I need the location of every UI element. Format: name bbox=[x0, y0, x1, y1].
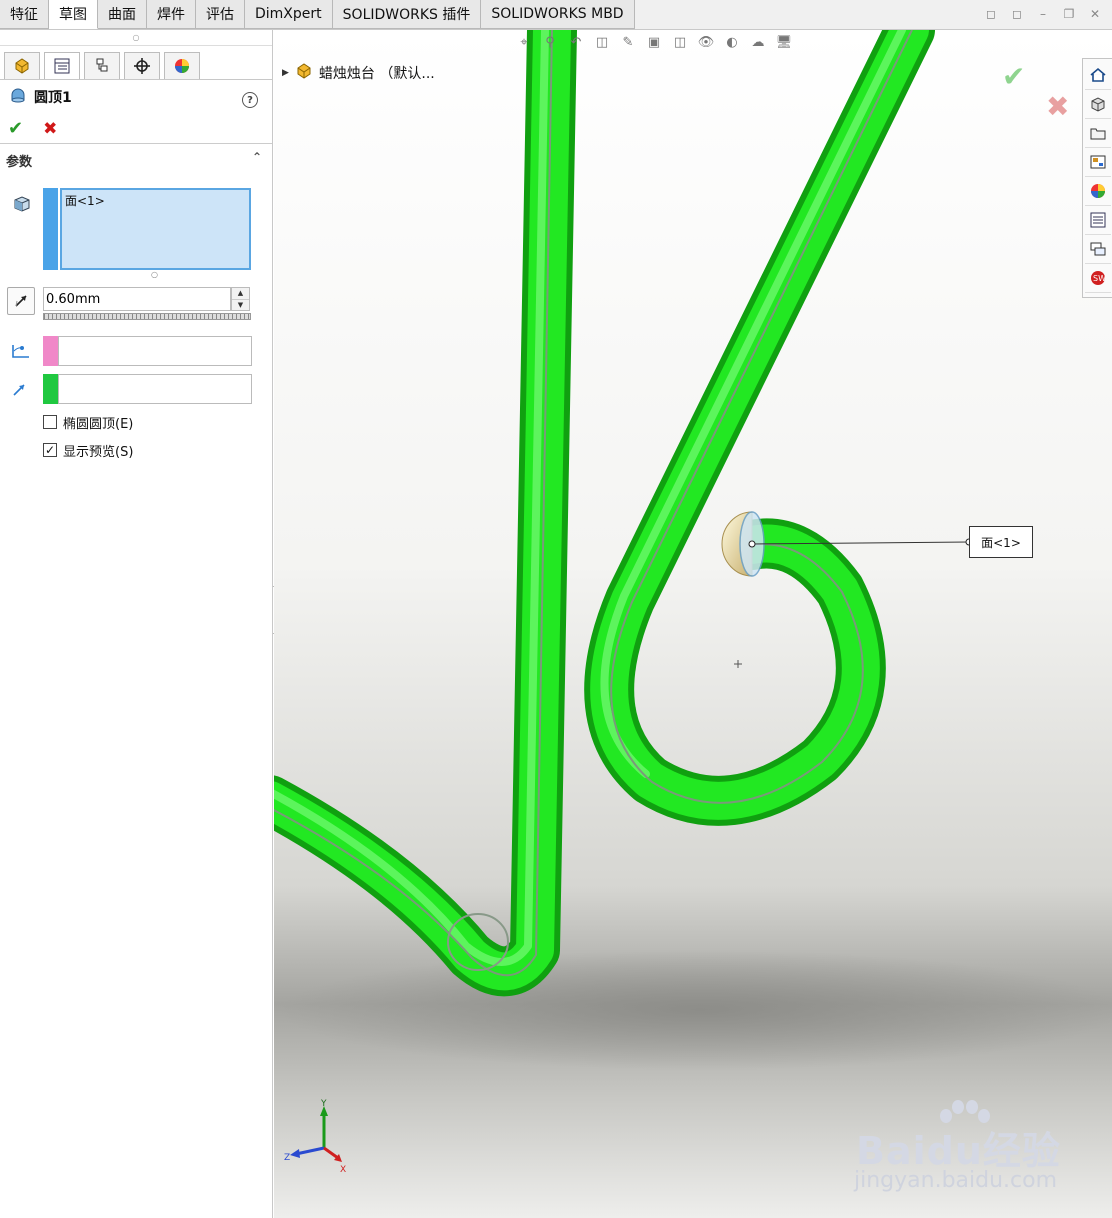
model-scene bbox=[274, 30, 1112, 1218]
direction-box[interactable] bbox=[58, 374, 252, 404]
elliptical-dome-label: 椭圆圆顶(E) bbox=[63, 416, 134, 432]
tab-surfaces[interactable]: 曲面 bbox=[98, 0, 147, 29]
display-style-icon[interactable]: ◫ bbox=[670, 32, 690, 52]
tab-dimxpert[interactable]: DimXpert bbox=[245, 0, 333, 29]
cancel-x-icon[interactable]: ✖ bbox=[43, 119, 57, 139]
tab-solidworks-addins[interactable]: SOLIDWORKS 插件 bbox=[332, 0, 482, 29]
tab-weldments[interactable]: 焊件 bbox=[147, 0, 196, 29]
restore-icon[interactable]: ❐ bbox=[1060, 6, 1078, 22]
reference-triad: Y Z X bbox=[282, 1098, 352, 1182]
parameters-section-header[interactable]: 参数 ⌃ bbox=[0, 146, 272, 174]
view-orientation-icon[interactable]: ▣ bbox=[644, 32, 664, 52]
graphics-area[interactable]: ⌖ ⚲ ↶ ◫ ✎ ▣ ◫ 👁 ◐ ☁ 🖥 ▶ 蜡烛烛台 （默认... ✔ ✖ … bbox=[274, 30, 1112, 1218]
tree-expand-arrow-icon[interactable]: ▶ bbox=[282, 68, 289, 78]
distance-row: ▲ ▼ bbox=[0, 287, 273, 323]
solidworks-icon[interactable]: SW bbox=[1084, 264, 1111, 293]
zoom-to-area-icon[interactable]: ⚲ bbox=[540, 32, 560, 52]
zoom-to-fit-icon[interactable]: ⌖ bbox=[514, 32, 534, 52]
display-manager-tab-icon[interactable] bbox=[164, 52, 200, 79]
tab-solidworks-mbd[interactable]: SOLIDWORKS MBD bbox=[481, 0, 635, 29]
elliptical-dome-option[interactable]: 椭圆圆顶(E) bbox=[43, 412, 133, 432]
forum-icon[interactable] bbox=[1084, 235, 1111, 264]
ok-cancel-bar: ✔ ✖ bbox=[0, 114, 272, 144]
face-selection-item[interactable]: 面<1> bbox=[65, 194, 105, 208]
tile-right-icon[interactable]: ◻ bbox=[1008, 6, 1026, 22]
dome-feature-icon bbox=[10, 86, 26, 108]
heads-up-view-toolbar: ⌖ ⚲ ↶ ◫ ✎ ▣ ◫ 👁 ◐ ☁ 🖥 bbox=[514, 32, 794, 52]
close-icon[interactable]: ✕ bbox=[1086, 6, 1104, 22]
distance-spinner[interactable]: ▲ ▼ bbox=[231, 287, 250, 311]
apply-scene-icon[interactable]: ☁ bbox=[748, 32, 768, 52]
face-selection-color-bar bbox=[43, 188, 58, 270]
face-callout[interactable]: 面<1> bbox=[969, 526, 1033, 558]
minimize-icon[interactable]: – bbox=[1034, 6, 1052, 22]
previous-view-icon[interactable]: ↶ bbox=[566, 32, 586, 52]
section-view-icon[interactable]: ◫ bbox=[592, 32, 612, 52]
distance-input[interactable] bbox=[43, 287, 231, 311]
dynamic-annotation-icon[interactable]: ✎ bbox=[618, 32, 638, 52]
feature-header: 圆顶1 bbox=[0, 80, 272, 114]
edit-appearance-icon[interactable]: ◐ bbox=[722, 32, 742, 52]
constraint-point-icon bbox=[10, 341, 32, 365]
constraint-point-row bbox=[0, 336, 273, 366]
view-settings-icon[interactable]: 🖥 bbox=[774, 32, 794, 52]
constraint-point-box[interactable] bbox=[58, 336, 252, 366]
watermark-logo: Baidu经验 bbox=[856, 1129, 1061, 1173]
svg-text:Y: Y bbox=[320, 1099, 327, 1109]
spin-down-icon[interactable]: ▼ bbox=[232, 300, 249, 311]
view-palette-icon[interactable] bbox=[1084, 148, 1111, 177]
confirmation-cancel-icon[interactable]: ✖ bbox=[1046, 90, 1069, 123]
elliptical-dome-checkbox[interactable] bbox=[43, 415, 57, 429]
hide-show-items-icon[interactable]: 👁 bbox=[696, 32, 716, 52]
baidu-watermark: Baidu经验 jingyan.baidu.com bbox=[852, 1098, 1062, 1198]
constraint-color-bar bbox=[43, 336, 58, 366]
spin-up-icon[interactable]: ▲ bbox=[232, 288, 249, 300]
face-selection-row: 面<1> ○ bbox=[0, 188, 273, 279]
home-icon[interactable] bbox=[1084, 61, 1111, 90]
show-preview-option[interactable]: ✓ 显示预览(S) bbox=[43, 440, 133, 460]
list-resize-handle[interactable]: ○ bbox=[151, 270, 158, 279]
reverse-direction-icon[interactable] bbox=[7, 287, 35, 315]
face-icon bbox=[12, 194, 32, 218]
tab-sketch[interactable]: 草图 bbox=[49, 0, 98, 29]
folder-icon[interactable] bbox=[1084, 119, 1111, 148]
property-manager-tab-icon[interactable] bbox=[44, 52, 80, 79]
manager-tabs bbox=[0, 46, 272, 80]
configuration-manager-tab-icon[interactable] bbox=[84, 52, 120, 79]
collapse-chevron-icon[interactable]: ⌃ bbox=[252, 150, 262, 164]
face-selection-box[interactable]: 面<1> bbox=[60, 188, 251, 270]
distance-thumbwheel[interactable] bbox=[43, 313, 251, 320]
ok-check-icon[interactable]: ✔ bbox=[8, 118, 23, 139]
direction-row bbox=[0, 374, 273, 404]
show-preview-label: 显示预览(S) bbox=[63, 444, 134, 460]
part-icon bbox=[295, 62, 313, 84]
tab-features[interactable]: 特征 bbox=[0, 0, 49, 29]
svg-text:Z: Z bbox=[284, 1153, 290, 1163]
svg-text:X: X bbox=[340, 1165, 346, 1175]
parameters-section-title: 参数 bbox=[6, 154, 33, 170]
tab-evaluate[interactable]: 评估 bbox=[196, 0, 245, 29]
dimxpert-manager-tab-icon[interactable] bbox=[124, 52, 160, 79]
task-pane: SW bbox=[1082, 58, 1112, 298]
direction-arrow-icon bbox=[10, 379, 30, 403]
command-manager-tabs: 特征 草图 曲面 焊件 评估 DimXpert SOLIDWORKS 插件 SO… bbox=[0, 0, 635, 29]
feature-title: 圆顶1 bbox=[34, 90, 72, 106]
custom-properties-icon[interactable] bbox=[1084, 206, 1111, 235]
tile-left-icon[interactable]: ◻ bbox=[982, 6, 1000, 22]
svg-text:SW: SW bbox=[1093, 274, 1106, 283]
window-controls: ◻ ◻ – ❐ ✕ bbox=[982, 6, 1104, 22]
show-preview-checkbox[interactable]: ✓ bbox=[43, 443, 57, 457]
confirmation-ok-icon[interactable]: ✔ bbox=[1002, 60, 1025, 93]
help-icon[interactable]: ? bbox=[242, 92, 258, 108]
command-manager-tabbar: 特征 草图 曲面 焊件 评估 DimXpert SOLIDWORKS 插件 SO… bbox=[0, 0, 1112, 30]
panel-grip[interactable]: ○ bbox=[0, 30, 272, 46]
direction-color-bar bbox=[43, 374, 58, 404]
tree-part-name[interactable]: 蜡烛烛台 （默认... bbox=[319, 63, 435, 83]
resources-icon[interactable] bbox=[1084, 90, 1111, 119]
flyout-feature-tree[interactable]: ▶ 蜡烛烛台 （默认... bbox=[282, 62, 435, 84]
appearance-icon[interactable] bbox=[1084, 177, 1111, 206]
feature-manager-tab-icon[interactable] bbox=[4, 52, 40, 79]
watermark-url: jingyan.baidu.com bbox=[854, 1168, 1058, 1193]
